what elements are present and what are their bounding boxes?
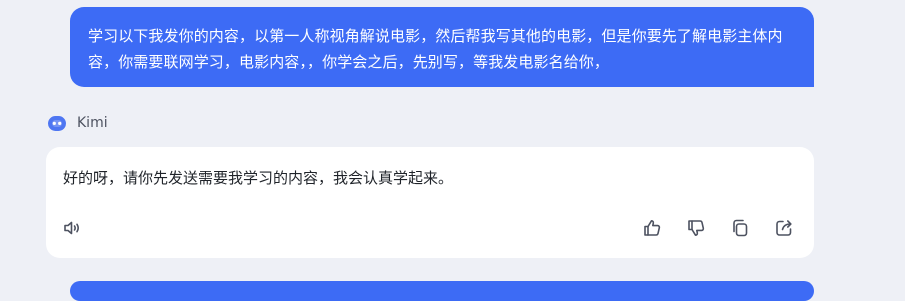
assistant-name: Kimi [77,115,108,131]
thumbs-down-icon [688,220,705,236]
copy-icon [733,219,748,237]
share-icon [776,220,792,236]
next-user-message-bubble [70,281,814,301]
share-button[interactable] [773,217,795,239]
user-message-bubble: 学习以下我发你的内容，以第一人称视角解说电影，然后帮我写其他的电影，但是你要先了… [70,7,814,87]
speaker-icon [64,221,79,235]
kimi-bot-icon [47,113,67,133]
user-message-text: 学习以下我发你的内容，以第一人称视角解说电影，然后帮我写其他的电影，但是你要先了… [88,27,783,71]
dislike-button[interactable] [685,217,707,239]
assistant-message-card: 好的呀，请你先发送需要我学习的内容，我会认真学起来。 [46,147,814,258]
assistant-reply-text: 好的呀，请你先发送需要我学习的内容，我会认真学起来。 [63,169,454,187]
like-button[interactable] [641,217,663,239]
read-aloud-button[interactable] [61,217,83,239]
thumbs-up-icon [644,220,661,236]
copy-button[interactable] [729,217,751,239]
assistant-header: Kimi [47,111,108,135]
